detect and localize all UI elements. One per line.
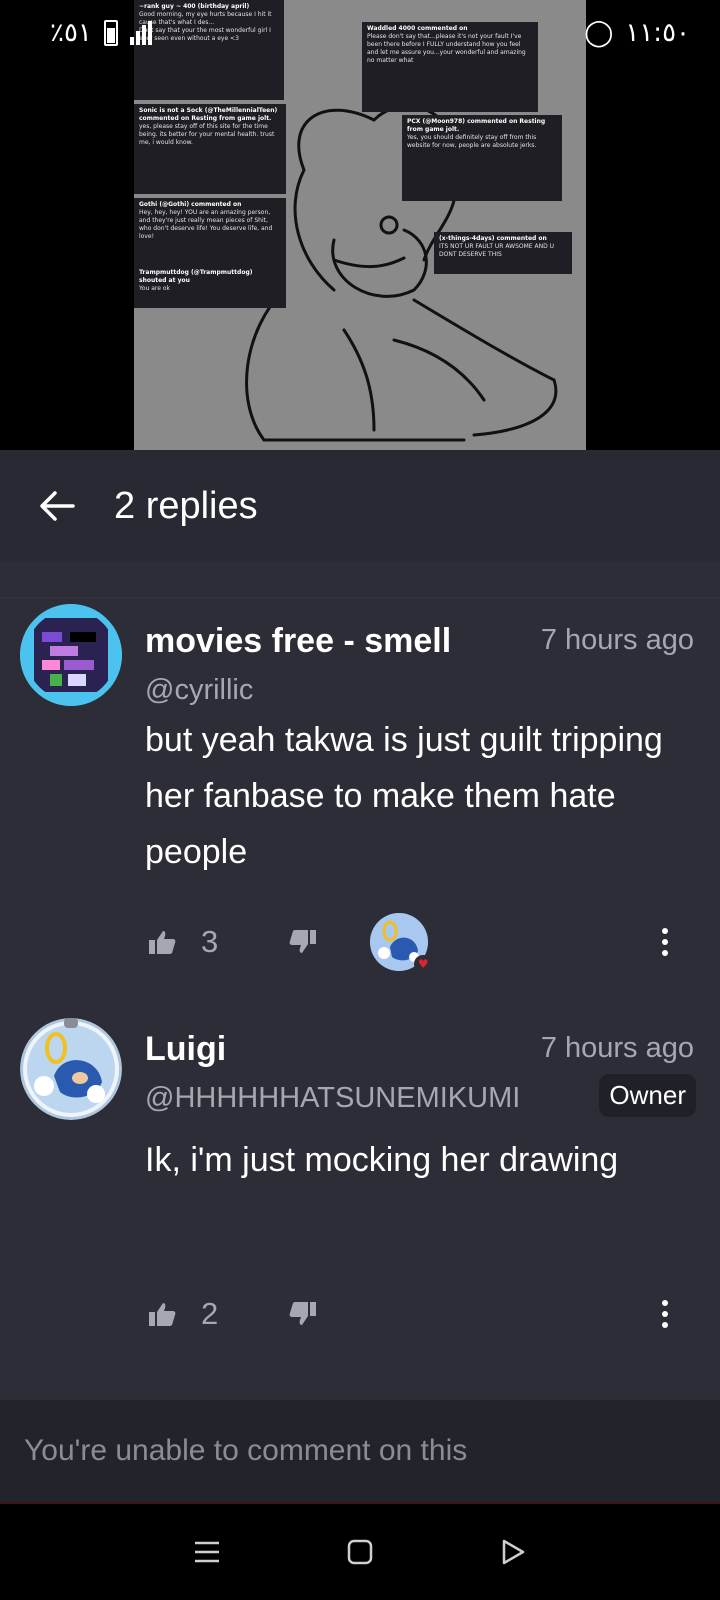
comment-item: movies free - smell 7 hours ago @cyrilli… bbox=[0, 598, 720, 973]
avatar[interactable] bbox=[20, 1018, 122, 1120]
whatsapp-icon: ◯ bbox=[584, 18, 614, 48]
shared-drawing-image[interactable]: ~rank guy ~ 400 (birthday april) Good mo… bbox=[134, 0, 586, 450]
battery-icon bbox=[103, 20, 118, 46]
comment-actions: 2 bbox=[145, 1286, 705, 1342]
creator-heart-avatar: ♥ bbox=[370, 913, 433, 973]
comment-username[interactable]: movies free - smell bbox=[145, 622, 490, 661]
recent-apps-button[interactable] bbox=[187, 1532, 227, 1572]
comment-disabled-notice: You're unable to comment on this bbox=[0, 1400, 720, 1504]
dislike-button[interactable] bbox=[286, 1297, 320, 1331]
header-bar: 2 replies bbox=[0, 450, 720, 562]
comment-body: Ik, i'm just mocking her drawing bbox=[145, 1141, 619, 1179]
status-bar: ٪٥١ ◯ ١١:٥٠ bbox=[0, 0, 720, 66]
like-count: 2 bbox=[201, 1296, 219, 1331]
like-button[interactable] bbox=[145, 1297, 179, 1331]
thumbs-up-icon bbox=[149, 1303, 176, 1326]
back-nav-button[interactable] bbox=[493, 1532, 533, 1572]
more-options-button[interactable] bbox=[655, 922, 675, 962]
triangle-back-icon bbox=[503, 1539, 525, 1565]
dislike-button[interactable] bbox=[286, 925, 320, 959]
comment-timestamp: 7 hours ago bbox=[540, 1032, 694, 1064]
pixel-avatar-image bbox=[20, 604, 122, 706]
media-area: ~rank guy ~ 400 (birthday april) Good mo… bbox=[0, 0, 720, 450]
comments-list: movies free - smell 7 hours ago @cyrilli… bbox=[0, 562, 720, 1400]
thumbs-down-icon bbox=[289, 1302, 317, 1325]
back-button[interactable] bbox=[0, 450, 114, 562]
battery-percent: ٪٥١ bbox=[50, 18, 92, 48]
notification-card: (x-things-4days) commented on ITS NOT UR… bbox=[434, 232, 572, 274]
more-options-button[interactable] bbox=[655, 1294, 675, 1334]
owner-badge: Owner bbox=[599, 1074, 696, 1117]
notification-card: Trampmuttdog (@Trampmuttdog) shouted at … bbox=[134, 266, 286, 308]
menu-icon bbox=[194, 1541, 219, 1563]
clock: ١١:٥٠ bbox=[625, 18, 690, 48]
signal-icon bbox=[129, 21, 152, 45]
home-button[interactable] bbox=[340, 1532, 380, 1572]
comment-handle[interactable]: @cyrillic bbox=[145, 674, 545, 707]
comment-body: but yeah takwa is just guilt tripping he… bbox=[145, 721, 663, 871]
comment-item: Luigi 7 hours ago @HHHHHHATSUNEMIKUMI Ow… bbox=[0, 1012, 720, 1372]
sonic-avatar-image bbox=[20, 1018, 122, 1120]
comment-username[interactable]: Luigi bbox=[145, 1030, 445, 1069]
system-nav-bar bbox=[0, 1504, 720, 1600]
divider bbox=[0, 562, 720, 598]
square-icon bbox=[347, 1539, 373, 1565]
comment-handle[interactable]: @HHHHHHATSUNEMIKUMI bbox=[145, 1082, 563, 1115]
page-title: 2 replies bbox=[114, 484, 258, 527]
comment-timestamp: 7 hours ago bbox=[540, 624, 694, 656]
heart-icon: ♥ bbox=[414, 955, 433, 973]
comment-actions: 3 ♥ bbox=[145, 913, 705, 973]
notification-card: PCX (@Moon978) commented on Resting from… bbox=[402, 115, 562, 201]
like-button[interactable] bbox=[145, 925, 179, 959]
notification-card: Sonic is not a Sock (@TheMillennialTeen)… bbox=[134, 104, 286, 194]
avatar[interactable] bbox=[20, 604, 122, 706]
notification-card: Gothi (@Gothi) commented on Hey, hey, he… bbox=[134, 198, 286, 266]
thumbs-up-icon bbox=[149, 931, 176, 954]
like-count: 3 bbox=[201, 924, 219, 959]
back-arrow-icon bbox=[40, 491, 75, 521]
thumbs-down-icon bbox=[289, 930, 317, 953]
